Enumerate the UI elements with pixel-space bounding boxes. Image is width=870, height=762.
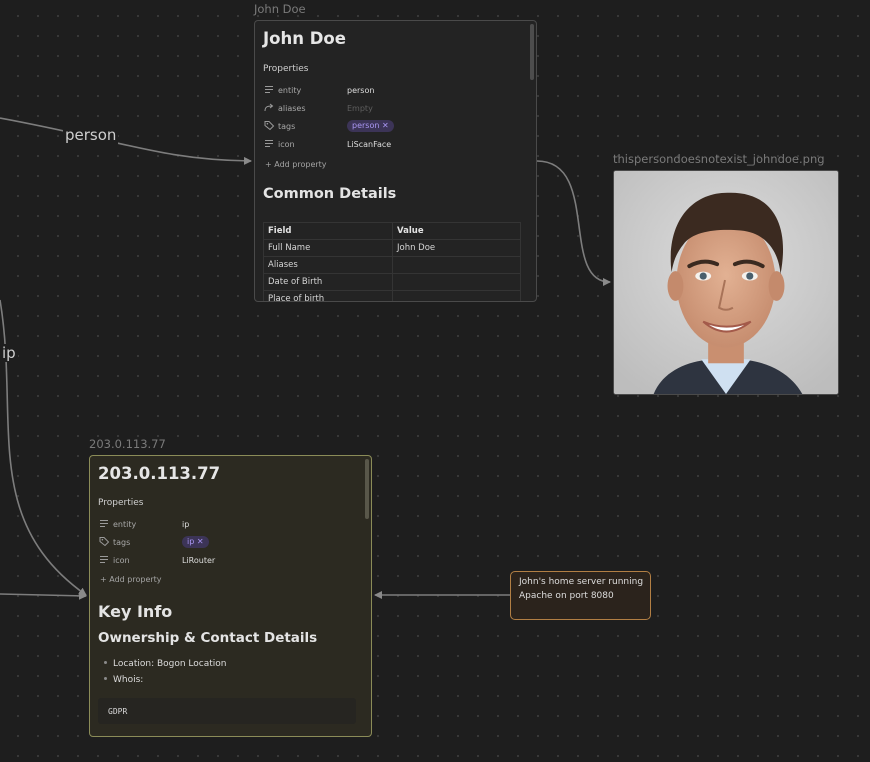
table-row[interactable]: Date of Birth — [263, 273, 521, 291]
tags-icon — [264, 121, 275, 131]
tag-chip-ip[interactable]: ip ✕ — [182, 536, 209, 548]
edge-john-to-image — [536, 160, 611, 286]
card-heading: 203.0.113.77 — [98, 464, 221, 483]
portrait-photo — [614, 171, 838, 394]
john-doe-card[interactable]: John Doe Properties entity person aliase… — [254, 20, 537, 302]
list-item-text: Location: Bogon Location — [113, 659, 227, 669]
add-property-label: Add property — [109, 575, 162, 584]
edge-person — [0, 117, 252, 165]
property-key: tags — [278, 122, 296, 131]
text-lines-icon — [100, 520, 108, 527]
table-cell[interactable] — [392, 273, 521, 291]
heading-key-info: Key Info — [98, 602, 173, 621]
property-key: aliases — [278, 104, 306, 113]
table-cell[interactable] — [392, 256, 521, 274]
properties-label: Properties — [98, 498, 144, 508]
edge-left-to-ip — [0, 591, 87, 600]
add-property-button[interactable]: + Add property — [100, 575, 162, 584]
property-icon[interactable]: icon LiScanFace — [263, 138, 528, 152]
table-cell[interactable] — [392, 290, 521, 301]
property-value[interactable]: Empty — [347, 104, 373, 113]
property-value[interactable]: LiRouter — [182, 556, 215, 565]
card-scrollbar[interactable] — [365, 459, 369, 519]
table-cell[interactable]: John Doe — [392, 239, 521, 257]
tag-chip-person[interactable]: person ✕ — [347, 120, 394, 132]
heading-ownership: Ownership & Contact Details — [98, 630, 318, 646]
alias-arrow-icon — [264, 103, 274, 112]
table-header: Field — [263, 222, 393, 240]
property-value[interactable]: LiScanFace — [347, 140, 391, 149]
note-text: John's home server running Apache on por… — [519, 577, 644, 601]
table-header-row: Field Value — [263, 222, 521, 240]
properties-label: Properties — [263, 64, 309, 74]
properties-list: entity person aliases Empty tags person … — [263, 84, 528, 164]
code-block: GDPR — [98, 698, 356, 724]
bullet-dot — [104, 661, 107, 664]
list-item-text: Whois: — [113, 675, 144, 685]
common-details-table: Field Value Full Name John Doe Aliases D… — [263, 222, 521, 301]
property-key: icon — [113, 556, 130, 565]
section-heading-common-details: Common Details — [263, 186, 397, 202]
table-cell[interactable]: Full Name — [263, 239, 393, 257]
plus-icon: + — [100, 575, 107, 584]
edge-label-person: person — [63, 126, 119, 144]
add-property-label: Add property — [274, 160, 327, 169]
table-row[interactable]: Full Name John Doe — [263, 239, 521, 257]
ip-card[interactable]: 203.0.113.77 Properties entity ip tags i… — [89, 455, 372, 737]
property-key: entity — [113, 520, 137, 529]
table-row[interactable]: Place of birth — [263, 290, 521, 301]
card-scrollbar[interactable] — [530, 24, 534, 80]
table-row[interactable]: Aliases — [263, 256, 521, 274]
property-icon[interactable]: icon LiRouter — [98, 554, 363, 568]
node-title-john: John Doe — [254, 2, 306, 16]
list-item: Whois: — [98, 675, 143, 685]
property-aliases[interactable]: aliases Empty — [263, 102, 528, 116]
image-card[interactable] — [613, 170, 839, 395]
edge-label-ip: ip — [0, 344, 18, 362]
node-title-image: thispersondoesnotexist_johndoe.png — [613, 152, 825, 166]
property-tags[interactable]: tags person ✕ — [263, 120, 528, 134]
node-title-ip: 203.0.113.77 — [89, 437, 166, 451]
property-entity[interactable]: entity ip — [98, 518, 363, 532]
table-cell[interactable]: Place of birth — [263, 290, 393, 301]
table-cell[interactable]: Aliases — [263, 256, 393, 274]
list-item: Location: Bogon Location — [98, 659, 227, 669]
property-value[interactable]: ip — [182, 520, 189, 529]
property-key: icon — [278, 140, 295, 149]
card-heading: John Doe — [263, 29, 346, 48]
property-entity[interactable]: entity person — [263, 84, 528, 98]
property-value[interactable]: person — [347, 86, 374, 95]
text-lines-icon — [265, 140, 273, 147]
bullet-dot — [104, 677, 107, 680]
text-lines-icon — [100, 556, 108, 563]
property-tags[interactable]: tags ip ✕ — [98, 536, 363, 550]
plus-icon: + — [265, 160, 272, 169]
tags-icon — [99, 537, 110, 547]
table-cell[interactable]: Date of Birth — [263, 273, 393, 291]
property-key: entity — [278, 86, 302, 95]
note-card[interactable]: John's home server running Apache on por… — [510, 571, 651, 620]
table-header: Value — [392, 222, 521, 240]
text-lines-icon — [265, 86, 273, 93]
add-property-button[interactable]: + Add property — [265, 160, 327, 169]
properties-list: entity ip tags ip ✕ icon LiRouter — [98, 518, 363, 578]
property-key: tags — [113, 538, 131, 547]
code-text: GDPR — [108, 707, 128, 716]
